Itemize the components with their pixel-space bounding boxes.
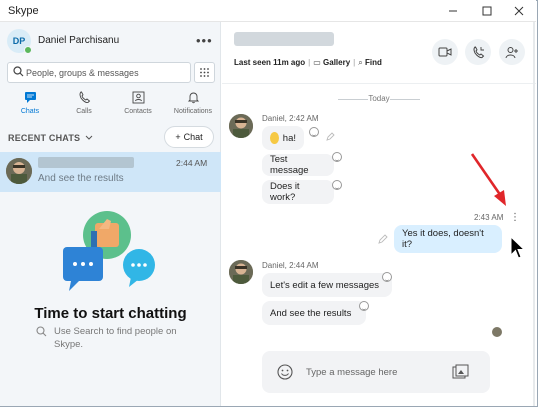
- reaction-icon[interactable]: [332, 152, 342, 162]
- contact-avatar: [6, 158, 32, 184]
- reaction-icon[interactable]: [332, 180, 342, 190]
- new-chat-label: Chat: [183, 132, 203, 142]
- profile-name[interactable]: Daniel Parchisanu: [38, 35, 119, 46]
- message-compose[interactable]: Type a message here: [262, 351, 490, 393]
- message-meta: Daniel, 2:44 AM: [262, 261, 319, 270]
- bell-icon: [187, 92, 200, 104]
- tab-contacts[interactable]: Contacts: [110, 90, 166, 118]
- contacts-icon: [132, 91, 145, 104]
- message-text: And see the results: [270, 307, 352, 319]
- recent-chats-header[interactable]: RECENT CHATS: [8, 133, 93, 143]
- chat-illustration: [63, 211, 155, 291]
- annotation-arrow: [470, 153, 506, 206]
- message-bubble[interactable]: And see the results: [262, 301, 366, 325]
- chat-last-message: And see the results: [38, 173, 124, 184]
- tab-contacts-label: Contacts: [124, 108, 152, 115]
- search-icon: [13, 66, 24, 77]
- message-meta: 2:43 AM: [474, 213, 504, 222]
- phone-icon: [79, 91, 91, 104]
- day-separator: Today: [222, 94, 536, 103]
- tab-notifications[interactable]: Notifications: [165, 90, 221, 118]
- message-text: ha!: [282, 132, 296, 144]
- recent-chats-label: RECENT CHATS: [8, 133, 81, 143]
- presence-dot: [24, 46, 32, 54]
- mouse-cursor-icon: [510, 236, 526, 259]
- my-message-bubble[interactable]: Yes it does, doesn't it?: [394, 225, 502, 253]
- message-bubble[interactable]: Let's edit a few messages: [262, 273, 392, 297]
- sidebar: DP Daniel Parchisanu ••• People, groups …: [0, 22, 221, 406]
- header-divider: [222, 83, 536, 84]
- message-text: Does it work?: [270, 181, 300, 203]
- find-link[interactable]: ⌕ Find: [358, 58, 382, 67]
- video-camera-icon: [438, 47, 452, 57]
- empty-state-subtitle-text: Use Search to find people on Skype.: [54, 326, 177, 350]
- empty-state-title: Time to start chatting: [34, 305, 187, 322]
- read-receipt-avatar: [492, 327, 502, 337]
- empty-state-subtitle: Use Search to find people on Skype.: [36, 325, 196, 351]
- maximize-button[interactable]: [470, 0, 504, 22]
- compose-placeholder: Type a message here: [306, 367, 398, 378]
- scrollbar[interactable]: [533, 22, 535, 406]
- tab-notifications-label: Notifications: [173, 108, 213, 115]
- dialpad-icon: [200, 68, 209, 77]
- emoji-icon[interactable]: [277, 364, 293, 380]
- conversation-meta: Last seen 11m ago | ▭ Gallery | ⌕ Find: [234, 58, 382, 67]
- tab-chats[interactable]: Chats: [2, 90, 58, 118]
- more-options-icon[interactable]: •••: [196, 33, 213, 48]
- message-text: Yes it does, doesn't it?: [402, 228, 484, 250]
- conversation-panel: Last seen 11m ago | ▭ Gallery | ⌕ Find Today…: [222, 22, 536, 406]
- plus-icon: +: [175, 132, 181, 142]
- tab-calls-label: Calls: [76, 108, 92, 115]
- close-icon: [514, 6, 524, 16]
- message-text: Test message: [270, 154, 309, 176]
- message-options-icon[interactable]: ⋮: [510, 213, 520, 223]
- minimize-button[interactable]: [436, 0, 470, 22]
- nav-tabs: Chats Calls Contacts Notifications: [0, 90, 221, 118]
- maximize-icon: [482, 6, 492, 16]
- reaction-icon[interactable]: [309, 127, 319, 137]
- search-input[interactable]: People, groups & messages: [7, 62, 191, 83]
- message-text: Let's edit a few messages: [270, 279, 380, 291]
- laughing-emoji-icon: [270, 132, 279, 144]
- contact-name-blurred: [38, 157, 134, 168]
- contact-name-blurred[interactable]: [234, 32, 334, 46]
- audio-call-button[interactable]: [465, 39, 491, 65]
- message-bubble[interactable]: Test message: [262, 154, 334, 176]
- message-bubble[interactable]: Does it work?: [262, 180, 334, 204]
- sender-avatar: [229, 260, 253, 284]
- edit-icon[interactable]: [326, 132, 335, 141]
- media-gallery-icon[interactable]: [452, 364, 470, 380]
- search-placeholder: People, groups & messages: [26, 68, 139, 78]
- add-people-button[interactable]: [499, 39, 525, 65]
- minimize-icon: [449, 10, 457, 12]
- tab-calls[interactable]: Calls: [56, 90, 112, 118]
- message-meta: Daniel, 2:42 AM: [262, 114, 319, 123]
- window-title: Skype: [8, 5, 39, 17]
- sender-avatar: [229, 114, 253, 138]
- chat-time: 2:44 AM: [176, 158, 208, 168]
- gallery-link[interactable]: ▭ Gallery: [313, 58, 350, 67]
- dialpad-button[interactable]: [194, 62, 215, 83]
- video-call-button[interactable]: [432, 39, 458, 65]
- gallery-icon: ▭: [313, 58, 321, 67]
- new-chat-button[interactable]: + Chat: [164, 126, 214, 148]
- close-button[interactable]: [502, 0, 536, 22]
- reaction-icon[interactable]: [359, 301, 369, 311]
- search-icon: ⌕: [358, 58, 363, 67]
- chat-icon: [25, 92, 36, 103]
- search-icon: [36, 326, 47, 337]
- tab-chats-label: Chats: [20, 108, 40, 115]
- reaction-icon[interactable]: [382, 272, 392, 282]
- edit-icon[interactable]: [378, 234, 388, 244]
- chevron-down-icon: [85, 135, 93, 140]
- title-bar: Skype: [0, 0, 536, 22]
- chat-list-item[interactable]: 2:44 AM And see the results: [0, 152, 221, 192]
- profile-bar[interactable]: DP Daniel Parchisanu •••: [0, 22, 221, 58]
- phone-icon: [473, 46, 484, 58]
- message-bubble[interactable]: ha!: [262, 126, 304, 150]
- last-seen: Last seen 11m ago: [234, 58, 306, 67]
- add-user-icon: [505, 46, 518, 58]
